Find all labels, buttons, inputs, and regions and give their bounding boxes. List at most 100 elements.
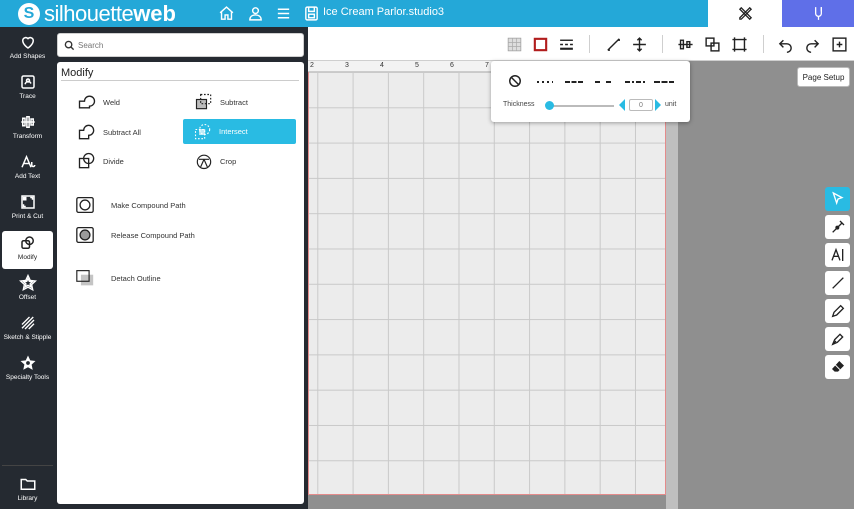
move-button[interactable]	[629, 34, 649, 54]
silhouette-logo[interactable]: S silhouette web	[18, 1, 176, 26]
fill-pattern-button[interactable]	[504, 34, 524, 54]
send-tab[interactable]	[782, 0, 854, 27]
text-cursor-icon	[830, 247, 843, 261]
pencil-icon	[831, 304, 844, 318]
line-tool-button[interactable]	[603, 34, 623, 54]
document-icon	[302, 4, 321, 23]
mat-cut-border	[308, 72, 309, 495]
ruler-tick: 2	[310, 62, 314, 69]
thickness-slider-track[interactable]	[548, 105, 614, 107]
divide-button[interactable]: Divide	[77, 149, 177, 173]
rail-item-modify[interactable]: Modify	[2, 231, 53, 269]
ruler-tick: 6	[450, 62, 454, 69]
user-icon[interactable]	[246, 4, 265, 23]
thickness-label: Thickness	[503, 101, 535, 108]
menu-icon[interactable]	[274, 4, 293, 23]
unit-label: unit	[665, 101, 677, 108]
detach-outline-button[interactable]: Detach Outline	[75, 267, 161, 289]
thickness-increase-button[interactable]	[655, 99, 661, 111]
top-bar: S silhouette web Ice Cream Parlor.studio…	[0, 0, 854, 27]
modify-icon	[20, 236, 34, 249]
detach-outline-icon	[76, 270, 94, 286]
text-tool[interactable]	[825, 243, 850, 267]
trace-icon	[20, 75, 35, 89]
offset-star-icon	[18, 274, 37, 292]
home-icon[interactable]	[217, 4, 236, 23]
divide-icon	[78, 152, 95, 169]
blade-icon	[814, 7, 822, 20]
line-color-button[interactable]	[530, 34, 550, 54]
thickness-decrease-button[interactable]	[619, 99, 625, 111]
design-tab[interactable]	[708, 0, 782, 27]
toolbar-divider	[589, 35, 590, 53]
dash-dot-line-option[interactable]	[625, 81, 645, 83]
crop-button[interactable]: Crop	[194, 149, 294, 173]
left-tool-rail: Add Shapes Trace Transform Add Text Prin…	[0, 27, 55, 509]
toolbar-divider	[662, 35, 663, 53]
cutting-mat[interactable]	[308, 72, 666, 495]
registration-icon	[20, 195, 35, 209]
pen-tool[interactable]	[825, 327, 850, 351]
rail-item-offset[interactable]: Offset	[2, 271, 53, 309]
heart-icon	[21, 36, 34, 49]
search-icon	[64, 40, 75, 51]
no-line-icon[interactable]	[508, 74, 522, 88]
select-tool[interactable]	[825, 187, 850, 211]
intersect-icon	[194, 123, 211, 139]
align-button[interactable]	[675, 34, 695, 54]
search-box[interactable]	[57, 33, 304, 57]
text-icon	[20, 154, 35, 168]
rail-item-add-shapes[interactable]: Add Shapes	[2, 30, 53, 68]
pencil-ruler-icon	[738, 6, 752, 21]
eraser-icon	[831, 361, 844, 372]
resize-button[interactable]	[729, 34, 749, 54]
ruler-tick: 4	[380, 62, 384, 69]
line-tool[interactable]	[825, 271, 850, 295]
rail-item-add-text[interactable]: Add Text	[2, 150, 53, 188]
intersect-button[interactable]: Intersect	[183, 119, 296, 144]
rail-item-library[interactable]: Library	[2, 472, 53, 509]
redo-button[interactable]	[802, 34, 822, 54]
crop-icon	[196, 154, 212, 170]
align-center-icon	[677, 39, 693, 49]
dotted-line-option[interactable]	[537, 81, 553, 83]
line-icon	[831, 277, 844, 289]
rail-item-transform[interactable]: Transform	[2, 110, 53, 148]
align-icon	[20, 116, 35, 128]
specialty-star-icon	[20, 355, 35, 370]
make-compound-path-button[interactable]: Make Compound Path	[75, 194, 186, 216]
weld-icon	[78, 95, 96, 109]
thickness-slider-handle[interactable]	[545, 101, 554, 110]
zoom-fit-icon	[831, 36, 847, 52]
dashed-line-option[interactable]	[565, 81, 583, 83]
rail-item-sketch[interactable]: Sketch & Stipple	[2, 311, 53, 349]
move-crosshair-icon	[632, 36, 646, 52]
draw-tool[interactable]	[825, 299, 850, 323]
search-input[interactable]	[78, 37, 298, 53]
line-style-button[interactable]	[556, 34, 576, 54]
subtract-all-icon	[78, 124, 95, 140]
thickness-input[interactable]: 0	[629, 99, 653, 111]
wide-dash-line-option[interactable]	[595, 81, 613, 83]
rail-item-specialty[interactable]: Specialty Tools	[2, 351, 53, 389]
panel-divider	[61, 80, 299, 81]
zoom-fit-button[interactable]	[829, 34, 849, 54]
long-dash-line-option[interactable]	[654, 81, 674, 83]
group-button[interactable]	[702, 34, 722, 54]
point-edit-tool[interactable]	[825, 215, 850, 239]
subtract-all-button[interactable]: Subtract All	[77, 120, 177, 144]
eraser-tool[interactable]	[825, 355, 850, 379]
pen-icon	[830, 333, 844, 346]
release-compound-path-button[interactable]: Release Compound Path	[75, 224, 195, 246]
subtract-button[interactable]: Subtract	[194, 90, 294, 114]
rail-item-trace[interactable]: Trace	[2, 70, 53, 108]
mat-edge	[666, 61, 678, 509]
line-style-popup: Thickness 0 unit	[491, 61, 690, 122]
undo-button[interactable]	[775, 34, 795, 54]
weld-button[interactable]: Weld	[77, 90, 177, 114]
release-compound-path-icon	[76, 226, 94, 244]
group-icon	[704, 36, 720, 52]
document-title[interactable]: Ice Cream Parlor.studio3	[323, 6, 444, 18]
rail-item-print-cut[interactable]: Print & Cut	[2, 190, 53, 228]
page-setup-button[interactable]: Page Setup	[797, 67, 850, 87]
